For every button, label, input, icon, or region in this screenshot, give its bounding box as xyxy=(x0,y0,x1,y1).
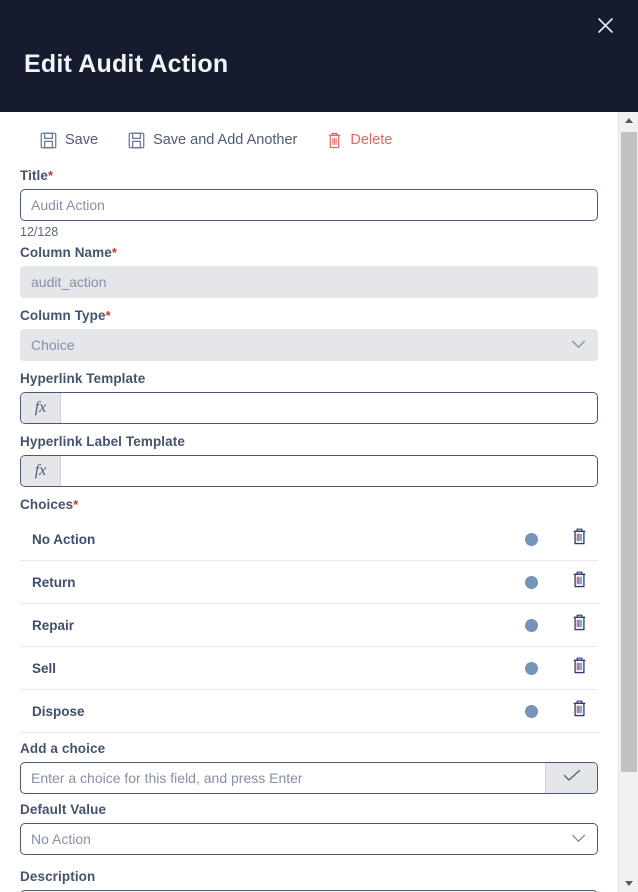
delete-button-label: Delete xyxy=(350,132,393,148)
choice-row: No Action xyxy=(20,518,598,561)
choice-row: Sell xyxy=(20,647,598,690)
close-icon xyxy=(597,17,614,34)
scrollbar-thumb[interactable] xyxy=(621,132,637,772)
choice-label: No Action xyxy=(32,531,96,547)
default-value-field-label: Default Value xyxy=(20,802,107,817)
column-type-label-text: Column Type xyxy=(20,308,106,323)
hyperlink-template-input[interactable] xyxy=(61,393,597,423)
trash-icon xyxy=(572,528,587,550)
add-choice-input[interactable] xyxy=(21,763,545,793)
choice-color-swatch[interactable] xyxy=(525,618,538,632)
description-field-label: Description xyxy=(20,869,96,884)
triangle-up-icon xyxy=(625,118,633,123)
add-choice-field-label: Add a choice xyxy=(20,741,106,756)
title-char-counter: 12/128 xyxy=(20,225,59,239)
save-and-add-another-button[interactable]: Save and Add Another xyxy=(120,128,305,153)
required-marker: * xyxy=(73,497,79,512)
vertical-scrollbar[interactable] xyxy=(618,112,638,892)
choices-section-label: Choices* xyxy=(20,497,598,512)
add-choice-confirm-button[interactable] xyxy=(545,763,597,793)
hyperlink-label-template-field-label: Hyperlink Label Template xyxy=(20,434,185,449)
required-marker: * xyxy=(48,168,54,183)
save-button-label: Save xyxy=(65,132,99,148)
column-type-select-wrapper xyxy=(20,329,598,361)
column-type-field-label: Column Type* xyxy=(20,308,598,323)
page-title: Edit Audit Action xyxy=(24,50,229,78)
choice-delete-button[interactable] xyxy=(566,528,592,550)
choice-row: Repair xyxy=(20,604,598,647)
choice-label: Sell xyxy=(32,660,57,676)
choice-delete-button[interactable] xyxy=(566,614,592,636)
title-label-text: Title xyxy=(20,168,49,183)
hyperlink-template-field-label: Hyperlink Template xyxy=(20,371,146,386)
trash-icon xyxy=(327,132,342,149)
choice-color-swatch[interactable] xyxy=(525,575,538,589)
scroll-down-button[interactable] xyxy=(619,875,638,892)
choices-label-text: Choices xyxy=(20,497,74,512)
column-type-select xyxy=(20,329,598,361)
hyperlink-label-template-row: fx xyxy=(20,455,598,487)
save-floppy-icon xyxy=(40,132,57,149)
save-and-add-another-button-label: Save and Add Another xyxy=(153,132,298,148)
hyperlink-template-row: fx xyxy=(20,392,598,424)
choices-list: No Action Return Repair Sell Dispose xyxy=(20,518,598,733)
default-value-select[interactable] xyxy=(20,823,598,855)
modal-header: Edit Audit Action xyxy=(0,0,638,112)
title-field-label: Title* xyxy=(20,168,598,183)
choice-label: Dispose xyxy=(32,703,85,719)
trash-icon xyxy=(572,571,587,593)
choice-delete-button[interactable] xyxy=(566,571,592,593)
trash-icon xyxy=(572,657,587,679)
default-value-select-wrapper xyxy=(20,823,598,855)
choice-delete-button[interactable] xyxy=(566,657,592,679)
choice-color-swatch[interactable] xyxy=(525,704,538,718)
delete-button[interactable]: Delete xyxy=(319,128,400,153)
column-name-field-label: Column Name* xyxy=(20,245,598,260)
fx-icon: fx xyxy=(21,393,61,423)
save-button[interactable]: Save xyxy=(32,128,106,153)
choice-label: Repair xyxy=(32,617,75,633)
choice-delete-button[interactable] xyxy=(566,700,592,722)
modal-body: Save Save and Add Another Delete Title* … xyxy=(0,112,638,892)
scroll-up-button[interactable] xyxy=(619,112,638,129)
hyperlink-label-template-input[interactable] xyxy=(61,456,597,486)
choice-row: Return xyxy=(20,561,598,604)
choice-row: Dispose xyxy=(20,690,598,733)
close-button[interactable] xyxy=(588,8,622,42)
choice-label: Return xyxy=(32,574,76,590)
title-input[interactable] xyxy=(20,189,598,221)
required-marker: * xyxy=(105,308,111,323)
trash-icon xyxy=(572,614,587,636)
check-icon xyxy=(563,769,581,788)
trash-icon xyxy=(572,700,587,722)
triangle-down-icon xyxy=(625,881,633,886)
add-choice-row xyxy=(20,762,598,794)
action-toolbar: Save Save and Add Another Delete xyxy=(20,112,598,168)
form-scroll-content: Save Save and Add Another Delete Title* … xyxy=(0,112,618,892)
choice-color-swatch[interactable] xyxy=(525,661,538,675)
choice-color-swatch[interactable] xyxy=(525,532,538,546)
column-name-label-text: Column Name xyxy=(20,245,112,260)
save-floppy-icon xyxy=(128,132,145,149)
required-marker: * xyxy=(111,245,118,260)
fx-icon: fx xyxy=(21,456,61,486)
column-name-input xyxy=(20,266,598,298)
